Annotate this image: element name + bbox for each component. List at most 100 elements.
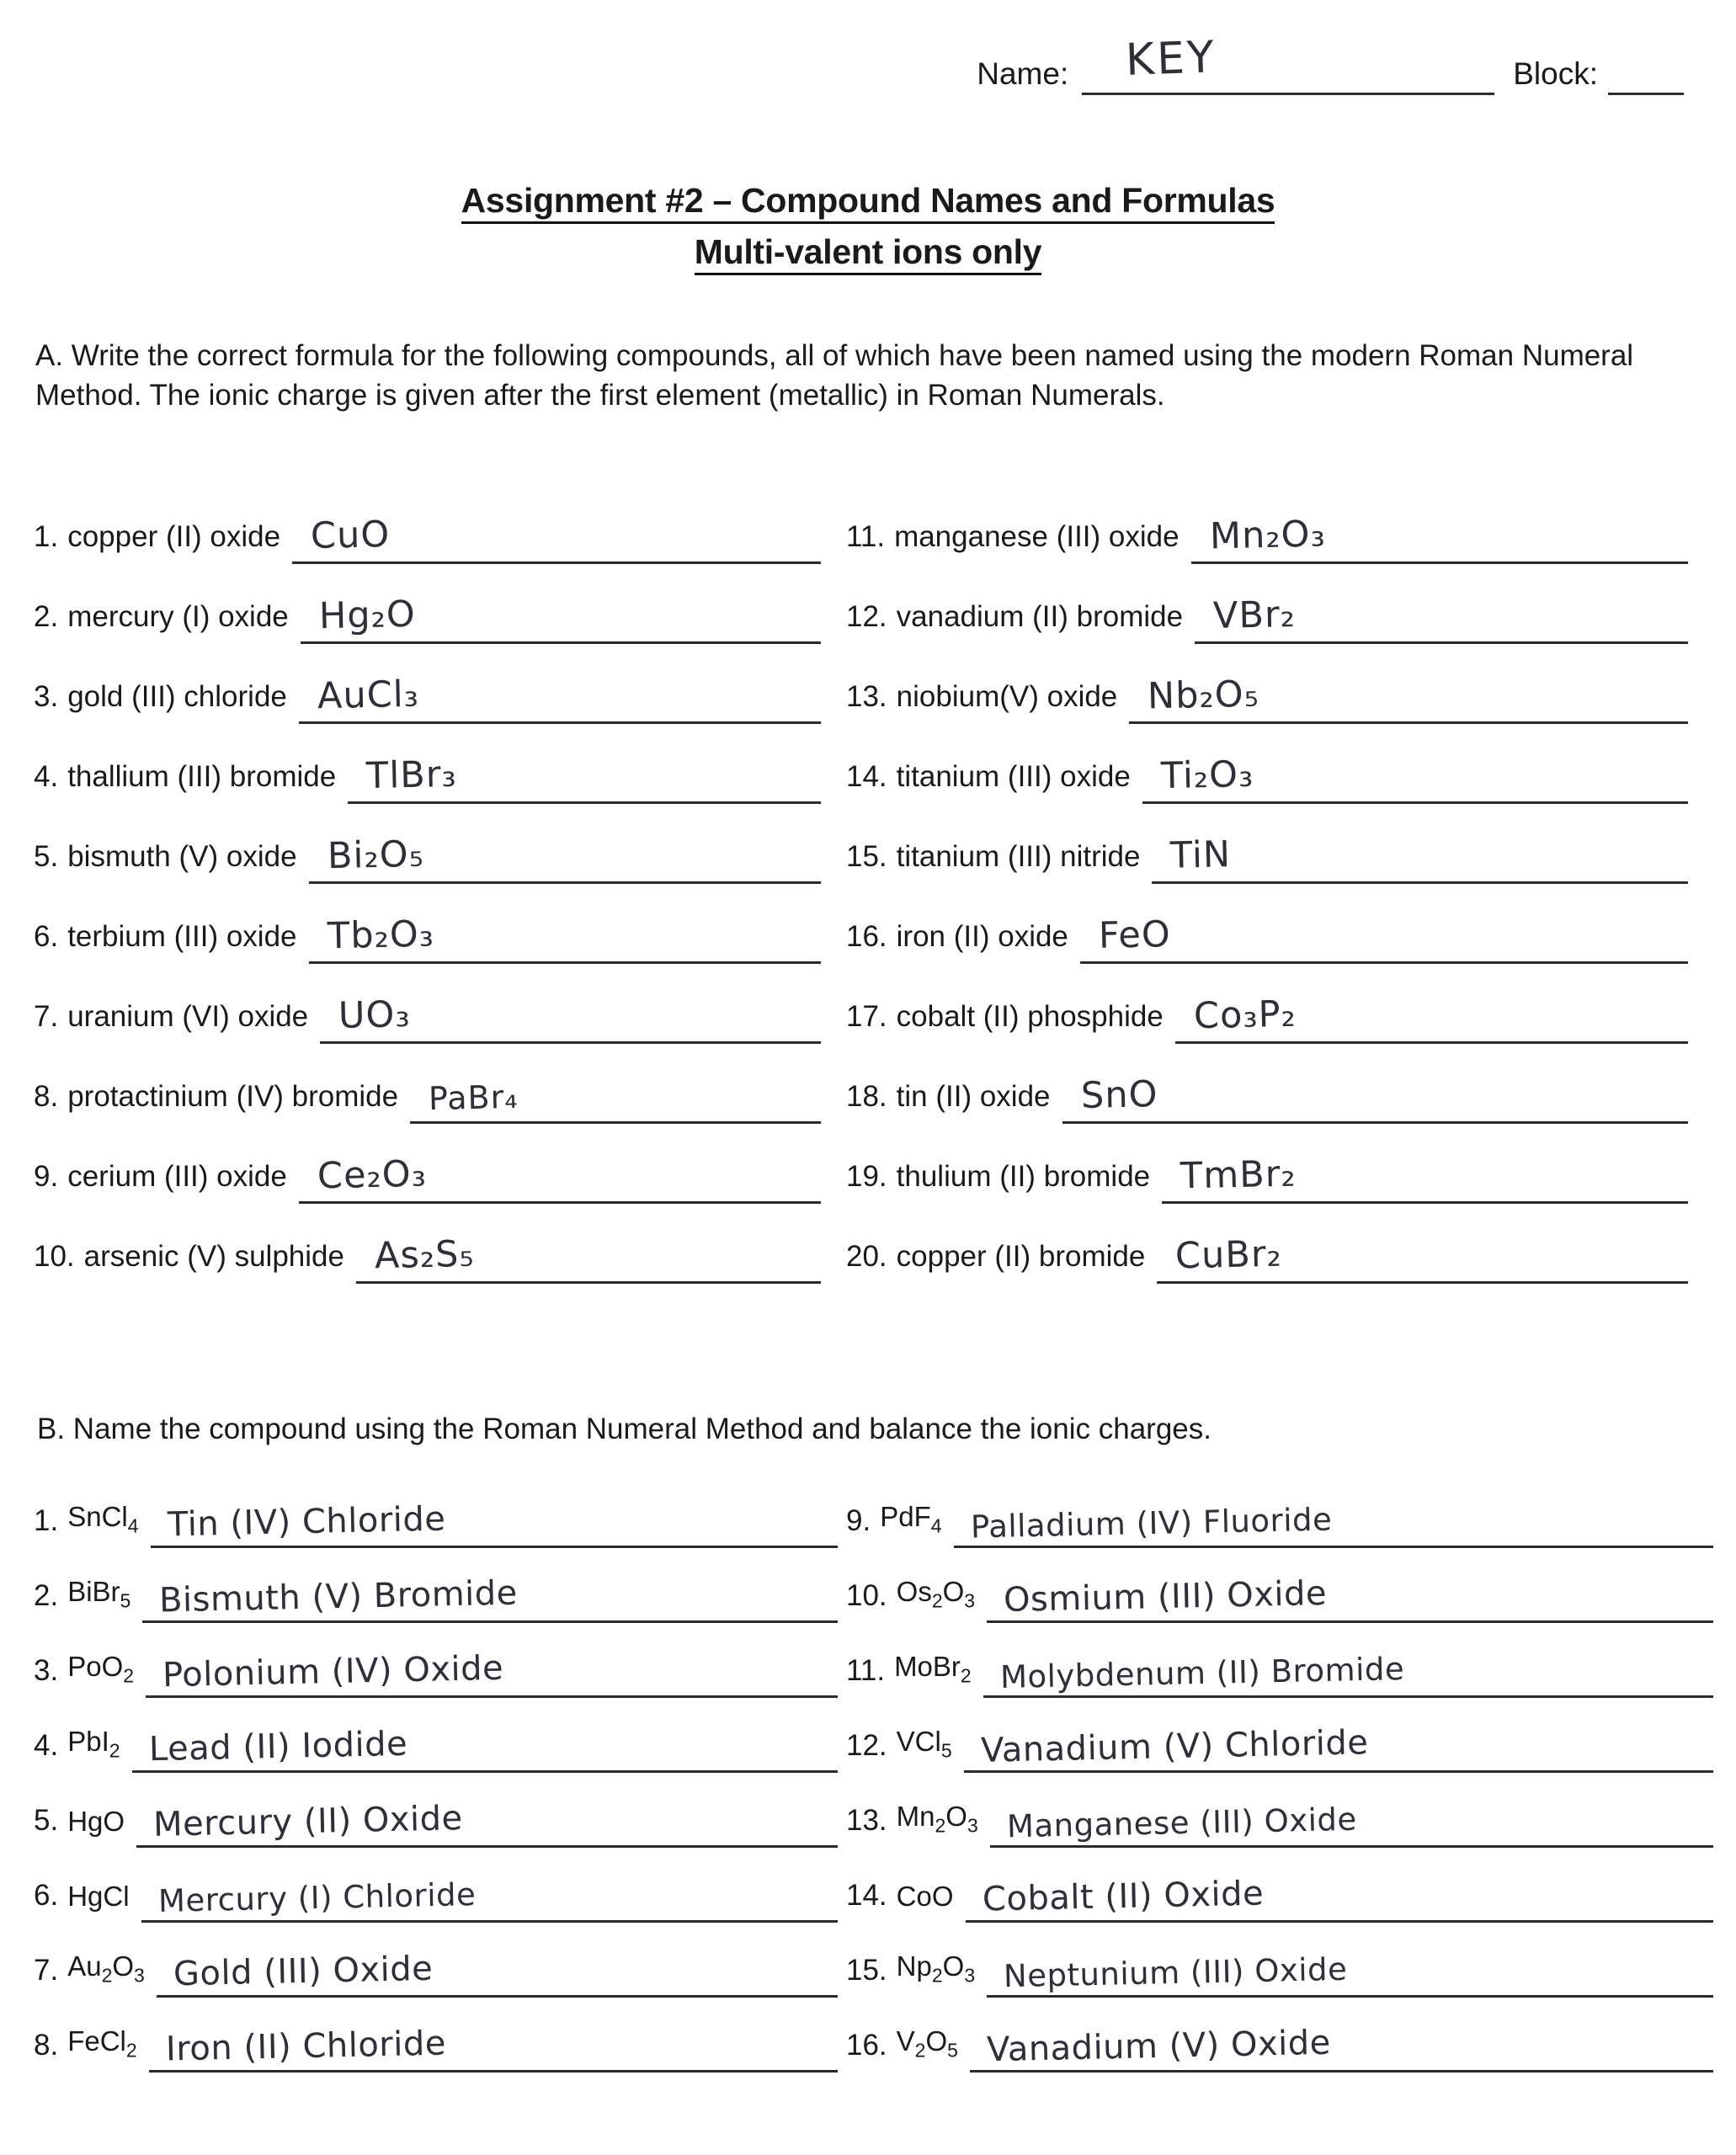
answer-blank[interactable]: Ce₂O₃ bbox=[298, 1141, 821, 1204]
answer-blank[interactable]: Nb₂O₅ bbox=[1129, 661, 1688, 724]
item-number: 5. bbox=[34, 840, 59, 873]
list-item: 9. cerium (III) oxide Ce₂O₃ bbox=[34, 1124, 821, 1204]
answer-blank[interactable]: FeO bbox=[1079, 901, 1688, 964]
item-label: copper (II) oxide bbox=[67, 520, 281, 553]
handwritten-answer: UO₃ bbox=[338, 993, 412, 1037]
item-number: 9. bbox=[34, 1160, 59, 1193]
answer-blank[interactable]: Palladium (IV) Fluoride bbox=[953, 1488, 1713, 1548]
handwritten-answer: Mercury (I) Chloride bbox=[157, 1876, 477, 1919]
answer-blank[interactable]: Manganese (III) Oxide bbox=[989, 1788, 1713, 1848]
handwritten-answer: Iron (II) Chloride bbox=[165, 2024, 446, 2069]
handwritten-answer: TmBr₂ bbox=[1180, 1152, 1297, 1198]
answer-blank[interactable]: Bismuth (V) Bromide bbox=[142, 1563, 838, 1623]
item-label: thallium (III) bromide bbox=[67, 760, 337, 793]
instructions-part-b: B. Name the compound using the Roman Num… bbox=[37, 1413, 1211, 1445]
answer-blank[interactable]: Gold (III) Oxide bbox=[156, 1938, 838, 1998]
answer-blank[interactable]: TiN bbox=[1152, 821, 1688, 884]
answer-blank[interactable]: SnO bbox=[1062, 1061, 1688, 1124]
handwritten-answer: Mercury (II) Oxide bbox=[152, 1799, 464, 1844]
answer-blank[interactable]: Mercury (I) Chloride bbox=[141, 1863, 838, 1923]
list-item: 11. MoBr2 Molybdenum (II) Bromide bbox=[846, 1623, 1713, 1698]
answer-blank[interactable]: VBr₂ bbox=[1195, 581, 1688, 644]
list-item: 14. CoO Cobalt (II) Oxide bbox=[846, 1848, 1713, 1923]
item-number: 17. bbox=[846, 1000, 887, 1033]
answer-blank[interactable]: Cobalt (II) Oxide bbox=[965, 1863, 1713, 1923]
answer-blank[interactable]: TmBr₂ bbox=[1162, 1141, 1688, 1204]
answer-blank[interactable]: Co₃P₂ bbox=[1174, 981, 1688, 1044]
list-item: 13. niobium(V) oxide Nb₂O₅ bbox=[846, 644, 1688, 724]
part-a-items: 1. copper (II) oxide CuO 2. mercury (I) … bbox=[0, 484, 1736, 1284]
handwritten-answer: Vanadium (V) Oxide bbox=[986, 2023, 1332, 2070]
answer-blank[interactable]: Hg₂O bbox=[300, 581, 821, 644]
handwritten-answer: CuBr₂ bbox=[1174, 1232, 1283, 1278]
answer-blank[interactable]: Vanadium (V) Oxide bbox=[969, 2013, 1713, 2073]
answer-blank[interactable]: PaBr₄ bbox=[410, 1061, 821, 1124]
handwritten-answer: Tb₂O₃ bbox=[327, 913, 434, 958]
answer-blank[interactable]: AuCl₃ bbox=[298, 661, 821, 724]
handwritten-answer: As₂S₅ bbox=[374, 1232, 476, 1278]
item-formula: Np2O3 bbox=[896, 1950, 976, 1987]
handwritten-answer: CuO bbox=[310, 513, 391, 557]
list-item: 14. titanium (III) oxide Ti₂O₃ bbox=[846, 724, 1688, 804]
list-item: 7. uranium (VI) oxide UO₃ bbox=[34, 964, 821, 1044]
item-number: 16. bbox=[846, 920, 887, 953]
answer-blank[interactable]: Iron (II) Chloride bbox=[148, 2013, 838, 2073]
item-label: arsenic (V) sulphide bbox=[83, 1240, 344, 1273]
title-line-1-text: Assignment #2 – Compound Names and Formu… bbox=[461, 181, 1275, 224]
page-title: Assignment #2 – Compound Names and Formu… bbox=[0, 181, 1736, 275]
name-label: Name: bbox=[977, 56, 1069, 91]
item-formula: HgCl bbox=[67, 1881, 130, 1912]
answer-blank[interactable]: Osmium (III) Oxide bbox=[987, 1563, 1713, 1623]
item-formula: Au2O3 bbox=[67, 1950, 145, 1987]
header: Name: KEY Block: bbox=[0, 32, 1736, 95]
list-item: 8. protactinium (IV) bromide PaBr₄ bbox=[34, 1044, 821, 1124]
item-label: protactinium (IV) bromide bbox=[67, 1080, 399, 1113]
worksheet-page: Name: KEY Block: Assignment #2 – Compoun… bbox=[0, 0, 1736, 2155]
block-label: Block: bbox=[1513, 56, 1598, 91]
item-number: 19. bbox=[846, 1160, 887, 1193]
part-b-items: 1. SnCl4 Tin (IV) Chloride 2. BiBr5 Bism… bbox=[0, 1473, 1736, 2073]
answer-blank[interactable]: Vanadium (V) Chloride bbox=[963, 1713, 1713, 1773]
answer-blank[interactable]: CuBr₂ bbox=[1157, 1221, 1688, 1284]
list-item: 13. Mn2O3 Manganese (III) Oxide bbox=[846, 1773, 1713, 1848]
item-formula: V2O5 bbox=[896, 2025, 958, 2062]
item-label: manganese (III) oxide bbox=[894, 520, 1180, 553]
answer-blank[interactable]: CuO bbox=[292, 501, 821, 564]
item-label: vanadium (II) bromide bbox=[896, 600, 1184, 633]
item-number: 2. bbox=[34, 1579, 59, 1612]
block-field[interactable] bbox=[1608, 56, 1684, 95]
item-number: 15. bbox=[846, 1954, 887, 1987]
handwritten-answer: Manganese (III) Oxide bbox=[1006, 1801, 1357, 1845]
answer-blank[interactable]: Bi₂O₅ bbox=[308, 821, 821, 884]
handwritten-answer: AuCl₃ bbox=[317, 673, 420, 718]
item-number: 9. bbox=[846, 1504, 871, 1537]
item-number: 12. bbox=[846, 1729, 887, 1762]
handwritten-answer: Polonium (IV) Oxide bbox=[162, 1648, 504, 1695]
answer-blank[interactable]: Mercury (II) Oxide bbox=[136, 1788, 838, 1848]
answer-blank[interactable]: Lead (II) Iodide bbox=[131, 1713, 838, 1773]
item-number: 14. bbox=[846, 760, 887, 793]
answer-blank[interactable]: As₂S₅ bbox=[355, 1221, 821, 1284]
list-item: 15. titanium (III) nitride TiN bbox=[846, 804, 1688, 884]
handwritten-answer: Vanadium (V) Chloride bbox=[980, 1723, 1369, 1770]
list-item: 15. Np2O3 Neptunium (III) Oxide bbox=[846, 1923, 1713, 1998]
name-field[interactable]: KEY bbox=[1082, 32, 1495, 95]
answer-blank[interactable]: Tb₂O₃ bbox=[308, 901, 821, 964]
handwritten-answer: Bi₂O₅ bbox=[327, 833, 424, 878]
answer-blank[interactable]: Neptunium (III) Oxide bbox=[987, 1938, 1713, 1998]
title-line-1: Assignment #2 – Compound Names and Formu… bbox=[0, 181, 1736, 224]
answer-blank[interactable]: UO₃ bbox=[320, 981, 821, 1044]
answer-blank[interactable]: Ti₂O₃ bbox=[1142, 741, 1688, 804]
answer-blank[interactable]: Molybdenum (II) Bromide bbox=[982, 1638, 1713, 1698]
list-item: 3. PoO2 Polonium (IV) Oxide bbox=[34, 1623, 838, 1698]
answer-blank[interactable]: Tin (IV) Chloride bbox=[150, 1488, 838, 1548]
answer-blank[interactable]: Polonium (IV) Oxide bbox=[146, 1638, 838, 1698]
list-item: 12. vanadium (II) bromide VBr₂ bbox=[846, 564, 1688, 644]
answer-blank[interactable]: Mn₂O₃ bbox=[1190, 501, 1688, 564]
handwritten-answer: Palladium (IV) Fluoride bbox=[970, 1501, 1333, 1546]
answer-blank[interactable]: TlBr₃ bbox=[348, 741, 821, 804]
list-item: 4. PbI2 Lead (II) Iodide bbox=[34, 1698, 838, 1773]
item-number: 8. bbox=[34, 1080, 59, 1113]
item-label: gold (III) chloride bbox=[67, 680, 287, 713]
item-number: 11. bbox=[846, 520, 886, 553]
